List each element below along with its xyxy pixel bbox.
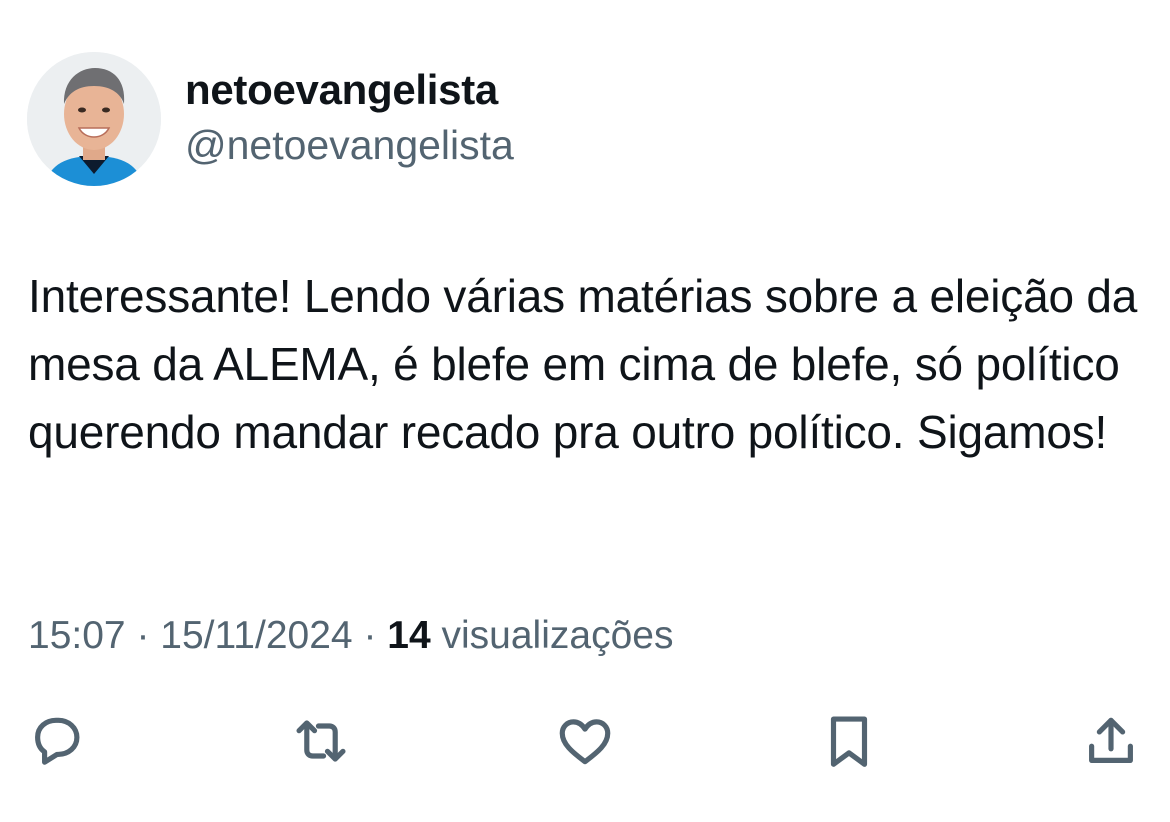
like-button[interactable] (550, 706, 620, 776)
share-button[interactable] (1076, 706, 1146, 776)
tweet-date[interactable]: 15/11/2024 (160, 614, 352, 657)
tweet-text: Interessante! Lendo várias matérias sobr… (28, 270, 1138, 458)
share-icon (1089, 717, 1133, 763)
author-display-name[interactable]: netoevangelista (185, 66, 498, 114)
heart-icon (559, 719, 611, 765)
tweet-time[interactable]: 15:07 (28, 614, 126, 657)
reply-button[interactable] (22, 706, 92, 776)
avatar[interactable] (27, 52, 161, 186)
avatar-photo (27, 52, 161, 186)
repost-button[interactable] (286, 706, 356, 776)
views-count: 14 (387, 614, 431, 657)
reply-icon (35, 717, 80, 765)
repost-icon (296, 720, 346, 762)
meta-separator: · (136, 614, 150, 657)
bookmark-button[interactable] (814, 706, 884, 776)
meta-separator: · (363, 614, 377, 657)
views-label: visualizações (441, 614, 674, 657)
tweet-metadata: 15:07 · 15/11/2024 · 14 visualizações (28, 614, 673, 658)
bookmark-icon (830, 716, 868, 767)
action-bar (0, 706, 1170, 776)
author-handle[interactable]: @netoevangelista (185, 122, 514, 169)
